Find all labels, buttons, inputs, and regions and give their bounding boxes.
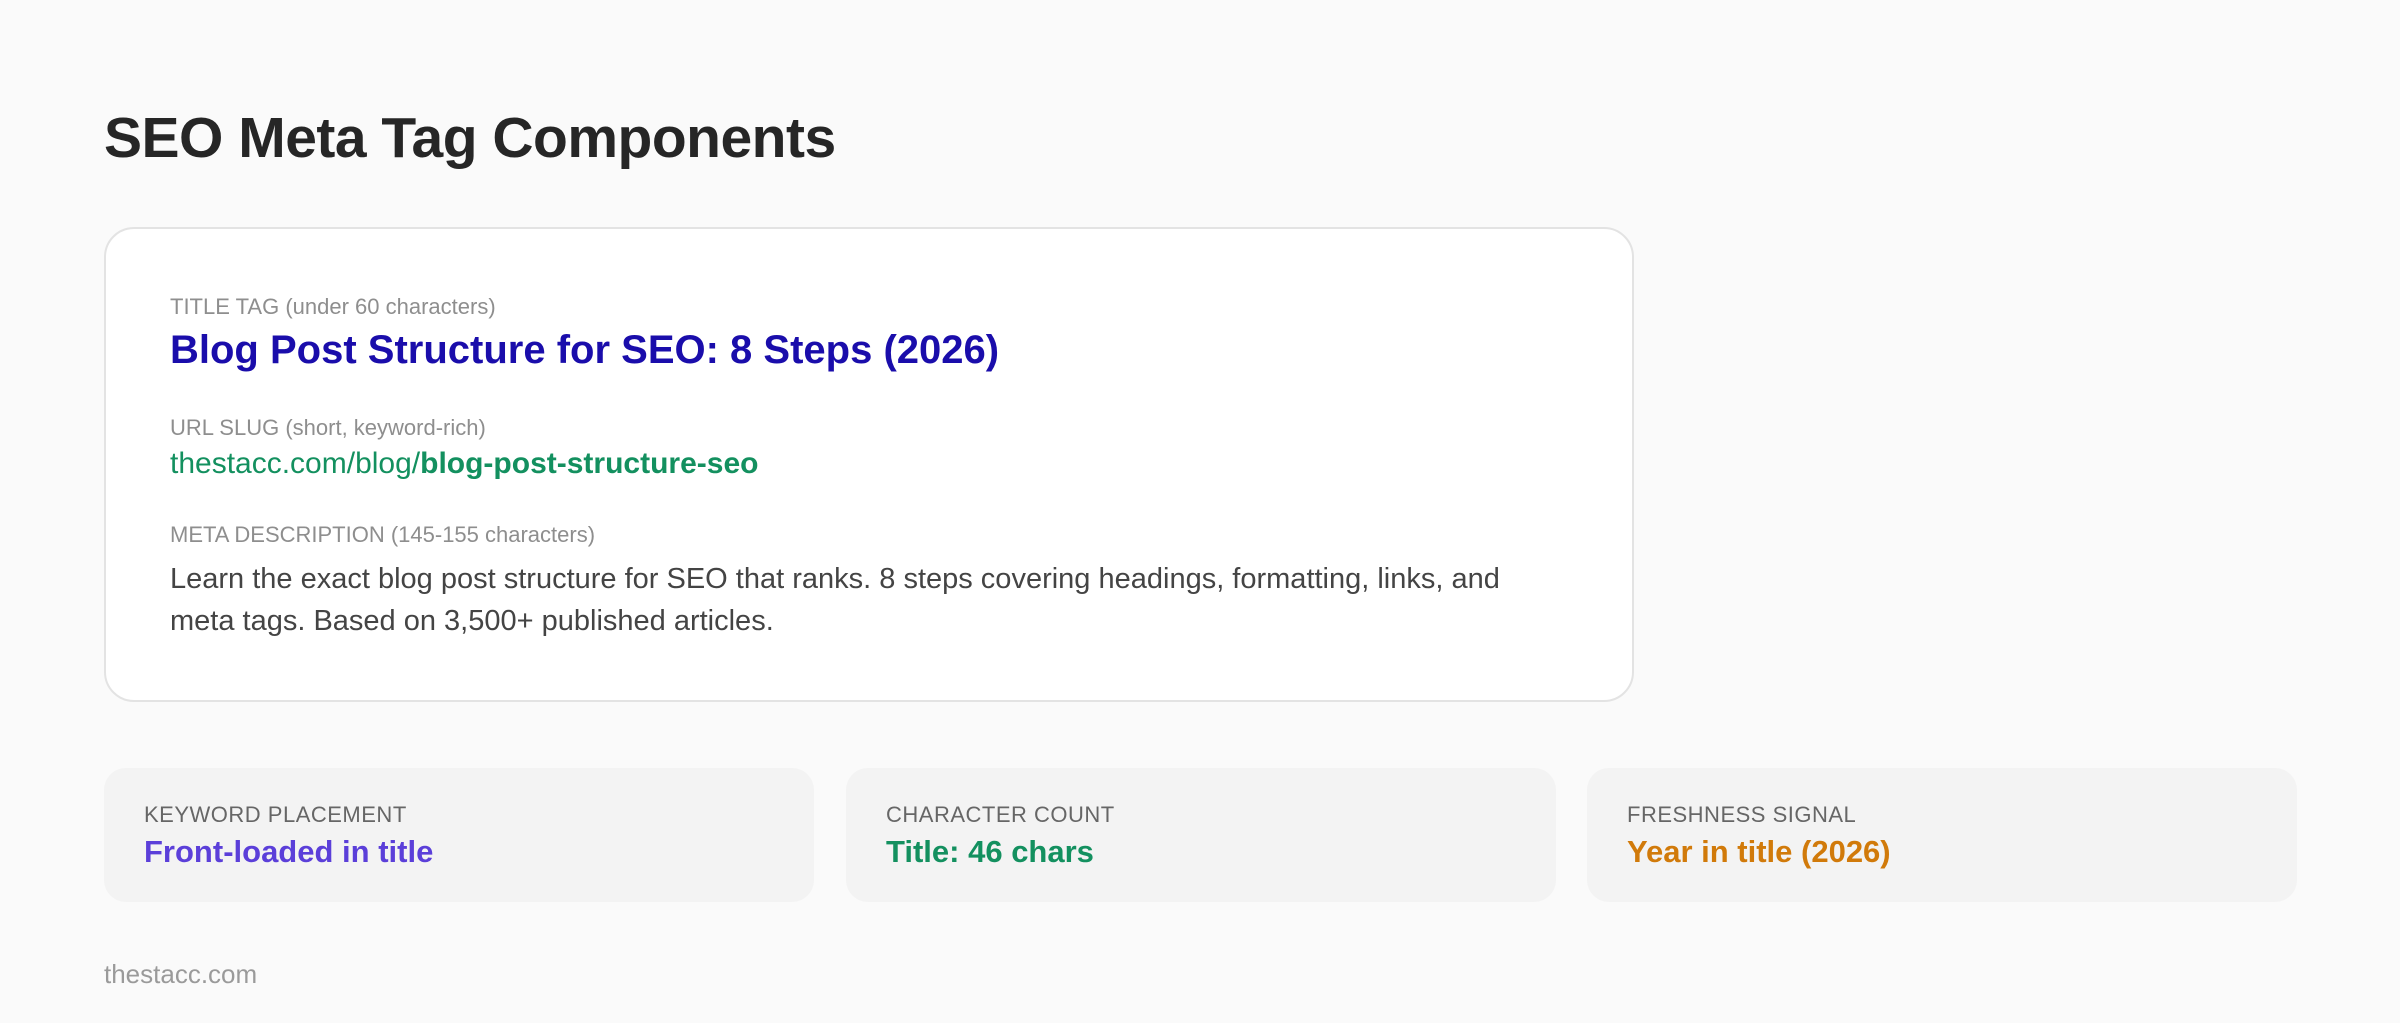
- url-slug-label: URL SLUG (short, keyword-rich): [170, 415, 486, 440]
- url-slug-value: thestacc.com/blog/blog-post-structure-se…: [170, 445, 758, 483]
- keyword-placement-value: Front-loaded in title: [144, 834, 434, 869]
- character-count-label: CHARACTER COUNT: [886, 802, 1115, 827]
- title-tag-value: Blog Post Structure for SEO: 8 Steps (20…: [170, 328, 1000, 372]
- page: SEO Meta Tag Components TITLE TAG (under…: [104, 0, 2297, 1023]
- page-title: SEO Meta Tag Components: [104, 106, 836, 170]
- freshness-signal-label: FRESHNESS SIGNAL: [1627, 802, 1857, 827]
- serp-preview-card: TITLE TAG (under 60 characters) Blog Pos…: [104, 227, 1634, 702]
- title-tag-label: TITLE TAG (under 60 characters): [170, 294, 496, 319]
- keyword-placement-card: KEYWORD PLACEMENT Front-loaded in title: [104, 768, 814, 902]
- meta-description-value: Learn the exact blog post structure for …: [170, 563, 1500, 637]
- url-slug-base: thestacc.com/blog/: [170, 447, 421, 480]
- freshness-signal-value: Year in title (2026): [1627, 834, 1891, 869]
- character-count-card: CHARACTER COUNT Title: 46 chars: [846, 768, 1556, 902]
- meta-description-label: META DESCRIPTION (145-155 characters): [170, 522, 596, 547]
- url-slug-keyword: blog-post-structure-seo: [420, 447, 759, 480]
- freshness-signal-card: FRESHNESS SIGNAL Year in title (2026): [1587, 768, 2297, 902]
- character-count-value: Title: 46 chars: [886, 834, 1094, 869]
- keyword-placement-label: KEYWORD PLACEMENT: [144, 802, 407, 827]
- footer-domain: thestacc.com: [104, 959, 258, 989]
